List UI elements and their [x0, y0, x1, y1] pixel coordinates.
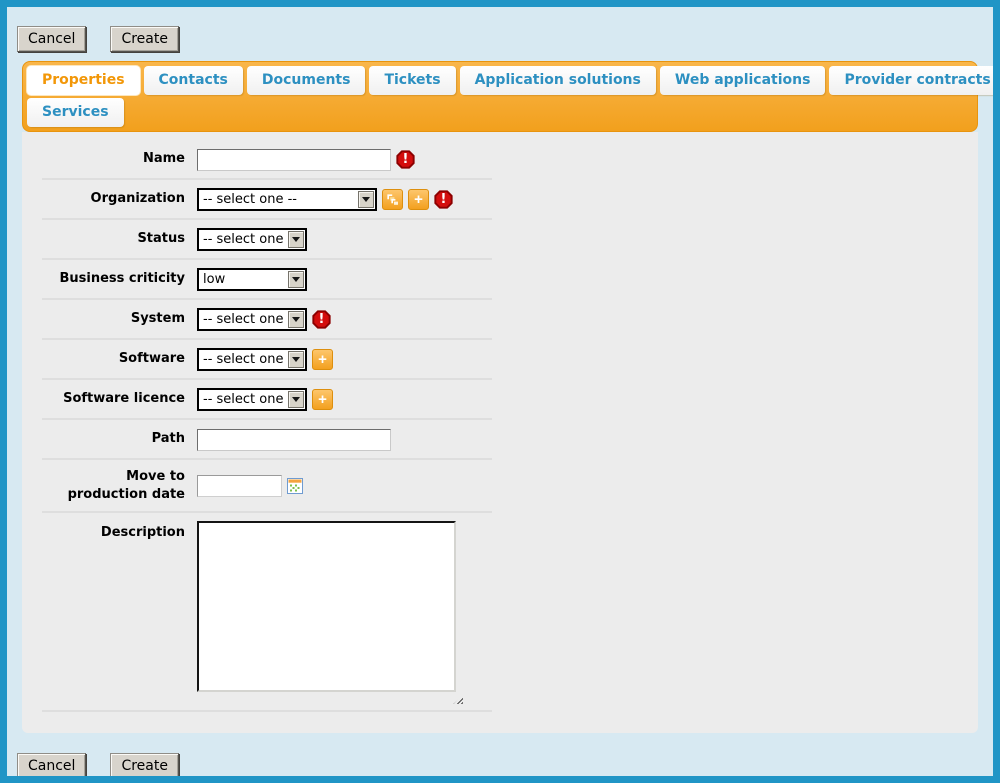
field-row-description: Description [42, 513, 492, 712]
field-label: System [42, 310, 197, 328]
dropdown-arrow-icon [288, 351, 304, 368]
field-row-path: Path [42, 420, 492, 460]
name-input[interactable] [197, 149, 391, 171]
tab-provider-contracts[interactable]: Provider contracts [829, 66, 993, 95]
tab-documents[interactable]: Documents [247, 66, 366, 95]
dropdown-arrow-icon [288, 391, 304, 408]
field-row-organization: Organization -- select one -- [42, 180, 492, 220]
mandatory-error-icon: ! [312, 310, 331, 329]
mandatory-error-icon: ! [396, 150, 415, 169]
selected-value: -- select one -- [199, 392, 287, 407]
selected-value: low [199, 272, 287, 287]
create-button[interactable]: Create [110, 753, 179, 776]
field-row-move-to-production-date: Move to production date [42, 460, 492, 513]
creation-form-page: Cancel Create Properties Contacts Docume… [7, 7, 993, 776]
calendar-icon [287, 478, 303, 494]
selected-value: -- select one -- [199, 312, 287, 327]
field-label: Path [42, 430, 197, 448]
tab-row-2: Services [25, 96, 975, 128]
selected-value: -- select one -- [199, 232, 287, 247]
move-to-production-date-input[interactable] [197, 475, 282, 497]
field-label: Move to production date [42, 468, 197, 504]
add-organization-button[interactable]: + [408, 189, 429, 210]
status-select[interactable]: -- select one -- [197, 228, 307, 251]
hierarchy-icon [386, 193, 399, 206]
tab-strip: Properties Contacts Documents Tickets Ap… [22, 61, 978, 132]
properties-form: Name ! Organization -- select one -- [42, 140, 492, 712]
tab-row-1: Properties Contacts Documents Tickets Ap… [25, 64, 975, 96]
tab-properties[interactable]: Properties [27, 66, 140, 95]
field-row-software-licence: Software licence -- select one -- + [42, 380, 492, 420]
plus-icon: + [318, 392, 327, 407]
plus-icon: + [414, 192, 423, 207]
mandatory-error-icon: ! [434, 190, 453, 209]
field-label: Software licence [42, 390, 197, 408]
software-licence-select[interactable]: -- select one -- [197, 388, 307, 411]
add-software-licence-button[interactable]: + [312, 389, 333, 410]
software-select[interactable]: -- select one -- [197, 348, 307, 371]
plus-icon: + [318, 352, 327, 367]
dropdown-arrow-icon [288, 231, 304, 248]
field-label: Organization [42, 190, 197, 208]
dropdown-arrow-icon [288, 311, 304, 328]
tab-tickets[interactable]: Tickets [369, 66, 455, 95]
selected-value: -- select one -- [199, 192, 357, 207]
field-row-name: Name ! [42, 140, 492, 180]
field-row-business-criticity: Business criticity low [42, 260, 492, 300]
top-toolbar: Cancel Create [7, 7, 993, 52]
description-textarea[interactable] [197, 521, 456, 692]
tab-services[interactable]: Services [27, 98, 124, 127]
system-select[interactable]: -- select one -- [197, 308, 307, 331]
tab-application-solutions[interactable]: Application solutions [460, 66, 656, 95]
business-criticity-select[interactable]: low [197, 268, 307, 291]
calendar-picker-button[interactable] [287, 478, 303, 494]
resize-handle-icon[interactable] [453, 695, 463, 704]
bottom-toolbar: Cancel Create [7, 753, 993, 776]
field-label: Description [42, 521, 197, 542]
field-label: Business criticity [42, 270, 197, 288]
field-row-system: System -- select one -- ! [42, 300, 492, 340]
org-hierarchy-button[interactable] [382, 189, 403, 210]
selected-value: -- select one -- [199, 352, 287, 367]
create-button[interactable]: Create [110, 26, 179, 52]
path-input[interactable] [197, 429, 391, 451]
tab-web-applications[interactable]: Web applications [660, 66, 826, 95]
tab-contacts[interactable]: Contacts [144, 66, 243, 95]
field-label: Status [42, 230, 197, 248]
dropdown-arrow-icon [288, 271, 304, 288]
field-label: Software [42, 350, 197, 368]
field-row-software: Software -- select one -- + [42, 340, 492, 380]
field-label: Name [42, 150, 197, 168]
cancel-button[interactable]: Cancel [17, 26, 86, 52]
add-software-button[interactable]: + [312, 349, 333, 370]
organization-select[interactable]: -- select one -- [197, 188, 377, 211]
cancel-button[interactable]: Cancel [17, 753, 86, 776]
properties-panel: Name ! Organization -- select one -- [22, 132, 978, 733]
dropdown-arrow-icon [358, 191, 374, 208]
field-row-status: Status -- select one -- [42, 220, 492, 260]
